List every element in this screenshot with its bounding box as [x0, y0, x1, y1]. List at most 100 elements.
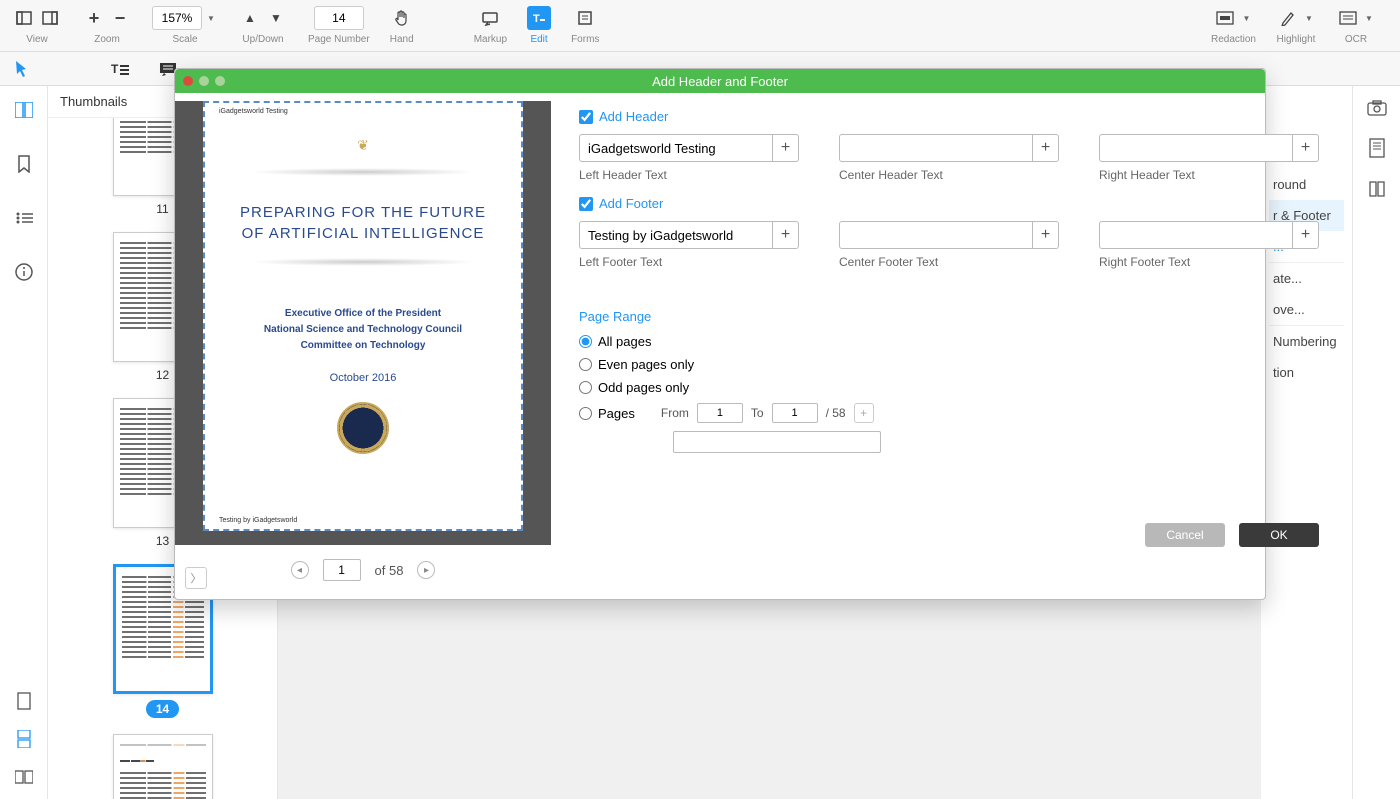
highlight-label: Highlight — [1277, 34, 1316, 45]
from-label: From — [661, 406, 689, 420]
main-toolbar: View + − Zoom ▼ Scale ▲ ▼ Up/Down Page N… — [0, 0, 1400, 52]
two-page-view-icon[interactable] — [12, 765, 36, 789]
center-header-input[interactable] — [839, 134, 1033, 162]
zoom-out-icon[interactable]: − — [108, 6, 132, 30]
redaction-label: Redaction — [1211, 34, 1256, 45]
minimize-icon[interactable] — [199, 76, 209, 86]
continuous-view-icon[interactable] — [12, 727, 36, 751]
ok-button[interactable]: OK — [1239, 523, 1319, 547]
ocr-group: ▼ OCR — [1332, 4, 1380, 45]
note-icon[interactable] — [1369, 138, 1385, 158]
form-column: Add Header + Left Header Text + Center H… — [551, 93, 1347, 599]
redaction-group: ▼ Redaction — [1207, 4, 1260, 45]
view-group: View — [8, 4, 66, 45]
ocr-label: OCR — [1345, 34, 1367, 45]
add-header-checkbox-row: Add Header — [579, 109, 1319, 124]
preview-ornament-icon: ❦ — [219, 137, 507, 154]
page-number-label: Page Number — [308, 34, 370, 45]
left-footer-plus-button[interactable]: + — [773, 221, 799, 249]
forms-icon[interactable] — [573, 6, 597, 30]
right-footer-input[interactable] — [1099, 221, 1293, 249]
center-header-plus-button[interactable]: + — [1033, 134, 1059, 162]
center-header-label: Center Header Text — [839, 168, 1059, 182]
thumbnails-icon[interactable] — [12, 98, 36, 122]
traffic-lights — [183, 76, 225, 86]
markup-group: Markup — [470, 4, 511, 45]
preview-title: PREPARING FOR THE FUTURE OF ARTIFICIAL I… — [219, 202, 507, 244]
preview-date: October 2016 — [219, 372, 507, 384]
expand-chevron-icon[interactable]: 〉 — [185, 567, 207, 589]
close-icon[interactable] — [183, 76, 193, 86]
edit-icon[interactable]: T — [527, 6, 551, 30]
redaction-dropdown-icon[interactable]: ▼ — [1239, 6, 1253, 30]
cancel-button[interactable]: Cancel — [1145, 523, 1225, 547]
preview-column: iGadgetsworld Testing ❦ PREPARING FOR TH… — [175, 93, 551, 599]
pager-total: of 58 — [375, 563, 404, 578]
highlight-dropdown-icon[interactable]: ▼ — [1302, 6, 1316, 30]
redaction-icon[interactable] — [1213, 6, 1237, 30]
left-header-plus-button[interactable]: + — [773, 134, 799, 162]
hand-label: Hand — [390, 34, 414, 45]
even-pages-radio[interactable] — [579, 358, 592, 371]
right-footer-plus-button[interactable]: + — [1293, 221, 1319, 249]
to-input[interactable] — [772, 403, 818, 423]
zoom-in-icon[interactable]: + — [82, 6, 106, 30]
range-add-icon[interactable]: + — [854, 403, 874, 423]
zoom-label: Zoom — [94, 34, 120, 45]
left-header-input[interactable] — [579, 134, 773, 162]
center-footer-plus-button[interactable]: + — [1033, 221, 1059, 249]
book-icon[interactable] — [1368, 180, 1386, 198]
thumbnail-number: 13 — [156, 534, 169, 548]
view-dual-icon[interactable] — [38, 6, 62, 30]
thumbnail-number: 14 — [146, 700, 179, 718]
outline-icon[interactable] — [12, 206, 36, 230]
info-icon[interactable] — [12, 260, 36, 284]
add-footer-checkbox[interactable] — [579, 197, 593, 211]
page-range-label: Page Range — [579, 309, 1319, 324]
forms-group: Forms — [567, 4, 603, 45]
markup-icon[interactable] — [478, 6, 502, 30]
right-header-input[interactable] — [1099, 134, 1293, 162]
down-icon[interactable]: ▼ — [264, 6, 288, 30]
all-pages-radio[interactable] — [579, 335, 592, 348]
left-footer-input[interactable] — [579, 221, 773, 249]
thumbnail-item[interactable] — [48, 734, 277, 799]
ocr-dropdown-icon[interactable]: ▼ — [1362, 6, 1376, 30]
snapshot-icon[interactable] — [1367, 100, 1387, 116]
left-header-label: Left Header Text — [579, 168, 799, 182]
updown-group: ▲ ▼ Up/Down — [234, 4, 292, 45]
cursor-icon[interactable] — [8, 55, 36, 83]
odd-pages-radio[interactable] — [579, 381, 592, 394]
view-single-icon[interactable] — [12, 6, 36, 30]
hand-group: Hand — [386, 4, 418, 45]
up-icon[interactable]: ▲ — [238, 6, 262, 30]
page-number-input[interactable] — [314, 6, 364, 30]
markup-label: Markup — [474, 34, 507, 45]
single-page-view-icon[interactable] — [12, 689, 36, 713]
svg-text:T: T — [533, 13, 540, 25]
text-lines-icon[interactable]: T — [106, 55, 134, 83]
center-footer-input[interactable] — [839, 221, 1033, 249]
scale-group: ▼ Scale — [148, 4, 222, 45]
pager-input[interactable] — [323, 559, 361, 581]
scale-dropdown-icon[interactable]: ▼ — [204, 6, 218, 30]
hand-icon[interactable] — [390, 6, 414, 30]
maximize-icon[interactable] — [215, 76, 225, 86]
prev-page-icon[interactable]: ◂ — [291, 561, 309, 579]
add-header-checkbox[interactable] — [579, 110, 593, 124]
edit-group: T Edit — [523, 4, 555, 45]
ocr-icon[interactable] — [1336, 6, 1360, 30]
bookmark-icon[interactable] — [12, 152, 36, 176]
edit-label: Edit — [530, 34, 547, 45]
next-page-icon[interactable]: ▸ — [417, 561, 435, 579]
highlight-icon[interactable] — [1276, 6, 1300, 30]
from-input[interactable] — [697, 403, 743, 423]
pages-radio[interactable] — [579, 407, 592, 420]
preview-footer-text: Testing by iGadgetsworld — [219, 517, 297, 524]
preview-pager: ◂ of 58 ▸ — [291, 559, 436, 581]
updown-label: Up/Down — [242, 34, 283, 45]
scale-input[interactable] — [152, 6, 202, 30]
left-sidebar-rail — [0, 86, 48, 799]
right-header-plus-button[interactable]: + — [1293, 134, 1319, 162]
range-list-box[interactable] — [673, 431, 881, 453]
